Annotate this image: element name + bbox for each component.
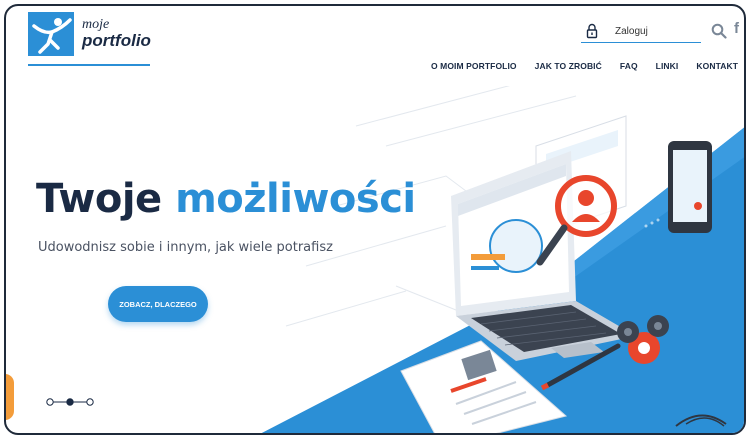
login-field[interactable] bbox=[581, 20, 701, 43]
slider-dots bbox=[46, 398, 94, 406]
nav-item-linki[interactable]: LINKI bbox=[656, 61, 679, 71]
login-input[interactable] bbox=[613, 24, 697, 38]
nav-item-o-moim-portfolio[interactable]: O MOIM PORTFOLIO bbox=[431, 61, 517, 71]
nav-item-jak-to-zrobic[interactable]: JAK TO ZROBIĆ bbox=[535, 61, 602, 71]
nav-item-faq[interactable]: FAQ bbox=[620, 61, 638, 71]
side-tab[interactable] bbox=[6, 374, 14, 420]
logo-text: moje portfolio bbox=[82, 16, 151, 51]
hero-title-part1: Twoje bbox=[36, 176, 162, 222]
hero-title-part2: możliwości bbox=[175, 176, 416, 222]
hero-illustration bbox=[261, 86, 744, 433]
slider-dot-3[interactable] bbox=[86, 398, 94, 406]
hero-subtitle: Udowodnisz sobie i innym, jak wiele potr… bbox=[38, 240, 333, 255]
logo-line-1: moje bbox=[82, 16, 110, 32]
logo-line-2: portfolio bbox=[82, 31, 151, 51]
logo-underline bbox=[28, 64, 150, 66]
page-frame: moje portfolio f O MOIM PORTFOLIO JAK TO… bbox=[4, 4, 746, 435]
cta-button[interactable]: ZOBACZ, DLACZEGO bbox=[108, 286, 208, 322]
logo-mark-icon bbox=[28, 12, 74, 56]
main-nav: O MOIM PORTFOLIO JAK TO ZROBIĆ FAQ LINKI… bbox=[431, 61, 738, 71]
lock-icon bbox=[586, 23, 598, 39]
facebook-icon[interactable]: f bbox=[734, 20, 739, 37]
hero-title: Twoje możliwości bbox=[36, 176, 416, 222]
slider-dot-2[interactable] bbox=[66, 398, 74, 406]
nav-item-kontakt[interactable]: KONTAKT bbox=[696, 61, 738, 71]
search-icon[interactable] bbox=[711, 23, 727, 39]
slider-dot-1[interactable] bbox=[46, 398, 54, 406]
logo[interactable]: moje portfolio bbox=[28, 12, 151, 56]
